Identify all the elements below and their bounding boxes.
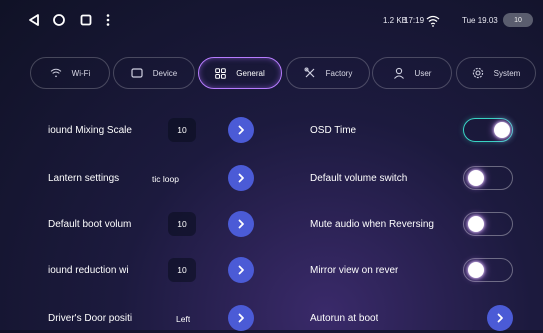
wifi-status-icon — [426, 14, 440, 27]
chevron-right-icon[interactable] — [228, 117, 254, 143]
toggle-knob — [468, 216, 484, 232]
chevron-right-icon[interactable] — [228, 211, 254, 237]
clock-time: 17:19 — [404, 16, 425, 25]
osd-time-toggle[interactable] — [463, 118, 513, 142]
setting-label: Lantern settings — [48, 172, 120, 184]
grid-icon — [215, 67, 227, 79]
clock-date: Tue 19.03 — [462, 16, 498, 25]
battery-indicator: 10 — [503, 13, 533, 27]
settings-tab-bar: Wi-Fi Device General Factory User System — [0, 57, 543, 91]
tools-icon — [304, 67, 315, 78]
recent-apps-icon[interactable] — [78, 12, 94, 28]
chevron-right-icon[interactable] — [487, 305, 513, 331]
tab-device[interactable]: Device — [113, 57, 195, 89]
setting-label: Driver's Door positi — [48, 312, 133, 324]
setting-label: Autorun at boot — [310, 312, 379, 324]
list-item: Autorun at boot — [310, 303, 455, 333]
gear-icon — [472, 67, 483, 79]
toggle-knob — [468, 170, 484, 186]
device-icon — [131, 68, 143, 78]
setting-value: tic loop — [152, 174, 179, 184]
toggle-knob — [494, 122, 510, 138]
tab-general[interactable]: General — [198, 57, 282, 89]
tab-wifi[interactable]: Wi-Fi — [30, 57, 110, 89]
setting-value: 10 — [168, 212, 196, 236]
list-item: Mute audio when Reversing — [310, 209, 455, 239]
tab-label: Wi-Fi — [71, 68, 91, 78]
chevron-right-icon[interactable] — [228, 165, 254, 191]
toggle-knob — [468, 262, 484, 278]
setting-label: iound Mixing Scale — [48, 124, 132, 136]
user-icon — [393, 67, 404, 79]
tab-label: Device — [152, 68, 178, 78]
status-bar: 1.2 KB 17:19 Tue 19.03 10 — [0, 0, 543, 40]
mirror-view-reverse-toggle[interactable] — [463, 258, 513, 282]
list-item: Lantern settings — [48, 163, 158, 193]
tab-user[interactable]: User — [372, 57, 452, 89]
list-item: Mirror view on rever — [310, 255, 455, 285]
list-item: OSD Time — [310, 115, 455, 145]
setting-label: Default boot volum — [48, 218, 132, 230]
back-icon[interactable] — [26, 12, 42, 28]
default-volume-switch-toggle[interactable] — [463, 166, 513, 190]
menu-dots-icon[interactable] — [103, 12, 113, 28]
setting-label: Mute audio when Reversing — [310, 218, 434, 230]
tab-label: Factory — [325, 68, 353, 78]
list-item: Default volume switch — [310, 163, 460, 193]
tab-factory[interactable]: Factory — [286, 57, 370, 89]
chevron-right-icon[interactable] — [228, 305, 254, 331]
battery-level: 10 — [514, 16, 522, 24]
list-item: iound reduction wi — [48, 255, 163, 285]
list-item: iound Mixing Scale — [48, 115, 163, 145]
setting-label: Default volume switch — [310, 172, 408, 184]
setting-value: 10 — [168, 258, 196, 282]
tab-label: User — [414, 68, 432, 78]
home-icon[interactable] — [51, 12, 67, 28]
tab-system[interactable]: System — [456, 57, 536, 89]
list-item: Driver's Door positi — [48, 303, 158, 333]
chevron-right-icon[interactable] — [228, 257, 254, 283]
setting-value: 10 — [168, 118, 196, 142]
tab-label: General — [236, 68, 265, 78]
setting-value: Left — [176, 314, 191, 324]
tab-label: System — [493, 68, 521, 78]
wifi-icon — [50, 68, 61, 78]
mute-audio-reversing-toggle[interactable] — [463, 212, 513, 236]
list-item: Default boot volum — [48, 209, 163, 239]
setting-label: Mirror view on rever — [310, 264, 399, 276]
setting-label: OSD Time — [310, 124, 357, 136]
setting-label: iound reduction wi — [48, 264, 129, 276]
